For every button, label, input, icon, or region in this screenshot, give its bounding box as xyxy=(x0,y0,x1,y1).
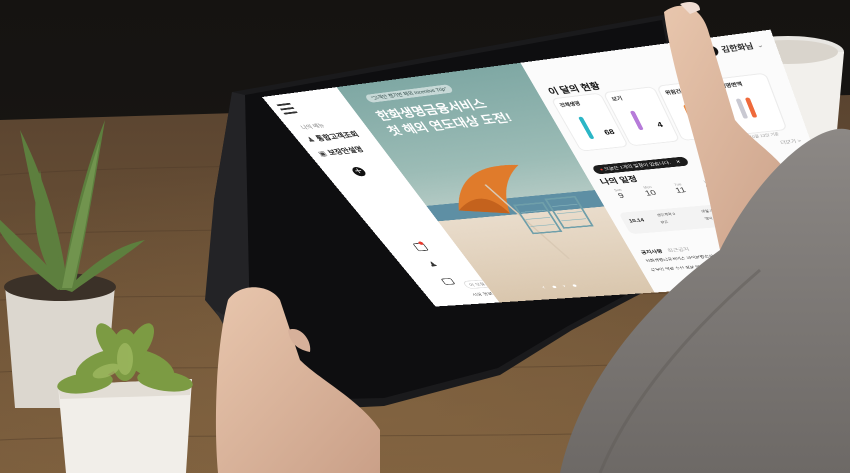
photo-scene: 나의 메뉴 ♟ 통합고객조회 ▣ 보장안설명 + ♟ 이 보유고객~ 시장 정보… xyxy=(0,0,850,473)
hands xyxy=(215,2,850,473)
